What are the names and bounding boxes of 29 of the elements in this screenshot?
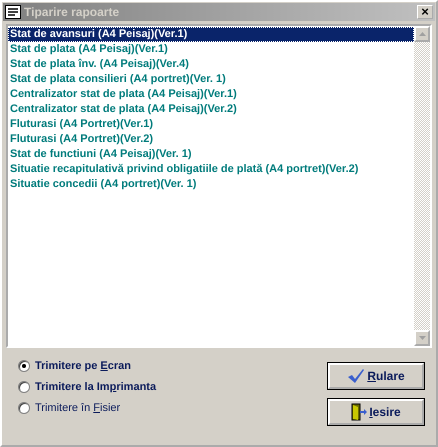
window-title: Tiparire rapoarte	[24, 5, 120, 19]
report-item[interactable]: Stat de plata (A4 Peisaj)(Ver.1)	[8, 42, 414, 57]
radio-button[interactable]	[18, 402, 30, 414]
scroll-up-button[interactable]	[414, 26, 430, 42]
report-item[interactable]: Centralizator stat de plata (A4 Peisaj)(Ver.1)	[8, 87, 414, 102]
radio-label[interactable]: Trimitere în Fisier	[35, 402, 120, 414]
close-button[interactable]: ×	[417, 5, 433, 19]
scroll-down-button[interactable]	[414, 330, 430, 346]
radio-label[interactable]: Trimitere la Imprimanta	[35, 381, 156, 393]
radio-label[interactable]: Trimitere pe Ecran	[35, 360, 132, 372]
report-item[interactable]: Fluturasi (A4 Portret)(Ver.1)	[8, 117, 414, 132]
report-item[interactable]: Stat de plata înv. (A4 Peisaj)(Ver.4)	[8, 57, 414, 72]
up-arrow-icon	[418, 32, 426, 36]
report-item[interactable]: Centralizator stat de plata (A4 Peisaj)(Ver.2)	[8, 102, 414, 117]
report-item[interactable]: Stat de avansuri (A4 Peisaj)(Ver.1)	[8, 27, 414, 42]
door-icon	[351, 403, 368, 421]
app-icon	[5, 5, 21, 19]
radio-button[interactable]	[18, 360, 30, 372]
scrollbar[interactable]	[414, 26, 430, 346]
report-item[interactable]: Stat de plata consilieri (A4 portret)(Ver. 1)	[8, 72, 414, 87]
run-button[interactable]: Rulare	[328, 363, 424, 389]
exit-button[interactable]: Iesire	[328, 399, 424, 425]
report-item[interactable]: Stat de functiuni (A4 Peisaj)(Ver. 1)	[8, 147, 414, 162]
radio-button[interactable]	[18, 381, 30, 393]
checkmark-icon	[347, 368, 366, 384]
report-item[interactable]: Situatie recapitulativă privind obligatiile de plată (A4 portret)(Ver.2)	[8, 162, 414, 177]
down-arrow-icon	[418, 336, 426, 340]
report-item[interactable]: Situatie concedii (A4 portret)(Ver. 1)	[8, 177, 414, 192]
report-item[interactable]: Fluturasi (A4 Portret)(Ver.2)	[8, 132, 414, 147]
